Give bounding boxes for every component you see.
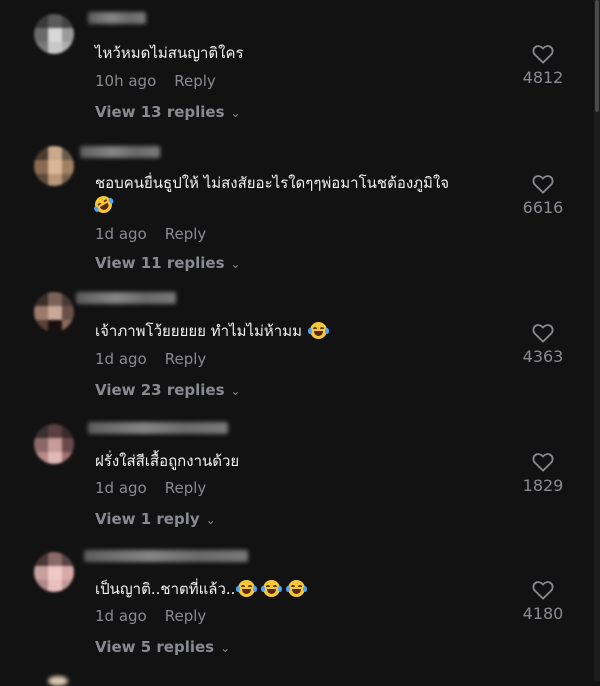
like-button[interactable]: 1829 — [518, 452, 568, 495]
heart-outline-icon[interactable] — [532, 452, 554, 472]
face-with-tears-of-joy-icon — [261, 580, 283, 597]
heart-outline-icon[interactable] — [532, 44, 554, 64]
avatar[interactable] — [34, 292, 74, 332]
like-button[interactable]: 6616 — [518, 174, 568, 217]
scrollbar-thumb[interactable] — [595, 0, 599, 112]
reply-button[interactable]: Reply — [165, 479, 207, 497]
view-replies-button[interactable]: View 5 replies ⌄ — [95, 638, 230, 656]
username-redacted[interactable] — [88, 422, 228, 434]
chevron-down-icon: ⌄ — [230, 106, 241, 120]
reply-button[interactable]: Reply — [165, 607, 207, 625]
comment-time: 1d ago — [95, 350, 147, 368]
face-with-tears-of-joy-icon — [286, 580, 307, 597]
username-redacted[interactable] — [76, 292, 176, 304]
view-replies-button[interactable]: View 23 replies ⌄ — [95, 381, 241, 399]
like-button[interactable]: 4363 — [518, 323, 568, 366]
comment-meta: 1d ago Reply — [95, 607, 206, 625]
comment-time: 1d ago — [95, 479, 147, 497]
comment-text: เป็นญาติ..ชาตที่แล้ว.. — [95, 578, 307, 600]
like-count: 4180 — [522, 604, 564, 623]
face-with-tears-of-joy-icon — [307, 322, 329, 339]
comment-meta: 1d ago Reply — [95, 350, 206, 368]
view-replies-button[interactable]: View 1 reply ⌄ — [95, 510, 216, 528]
avatar[interactable] — [34, 424, 74, 464]
like-button[interactable]: 4812 — [518, 44, 568, 87]
like-count: 1829 — [522, 476, 564, 495]
reply-button[interactable]: Reply — [165, 350, 207, 368]
view-replies-button[interactable]: View 11 replies ⌄ — [95, 254, 241, 272]
username-redacted[interactable] — [80, 146, 160, 158]
avatar[interactable] — [34, 552, 74, 592]
chevron-down-icon: ⌄ — [205, 513, 216, 527]
comment-meta: 10h ago Reply — [95, 72, 216, 90]
chevron-down-icon: ⌄ — [230, 384, 241, 398]
comment-meta: 1d ago Reply — [95, 225, 206, 243]
like-button[interactable]: 4180 — [518, 580, 568, 623]
like-count: 4363 — [522, 347, 564, 366]
comment-text: ไหว้หมดไม่สนญาติใคร — [95, 44, 244, 62]
rolling-on-floor-laughing-icon — [91, 192, 116, 217]
username-redacted[interactable] — [84, 550, 248, 562]
comment-text: ชอบคนยื่นธูปให้ ไม่สงสัยอะไรใดๆๆพ่อมาโนช… — [91, 172, 515, 217]
comment-text: ฝรั่งใส่สีเสื้อถูกงานด้วย — [95, 452, 240, 470]
heart-outline-icon[interactable] — [532, 174, 554, 194]
reply-button[interactable]: Reply — [174, 72, 216, 90]
comment-text: เจ้าภาพโว้ยยยยย ทำไมไม่ห้ามม — [95, 320, 329, 342]
view-replies-button[interactable]: View 13 replies ⌄ — [95, 103, 241, 121]
scrollbar[interactable] — [594, 0, 600, 681]
next-avatar-peek — [48, 676, 68, 686]
avatar[interactable] — [34, 14, 74, 54]
username-redacted[interactable] — [88, 12, 146, 24]
comment-meta: 1d ago Reply — [95, 479, 206, 497]
like-count: 4812 — [522, 68, 564, 87]
comment-time: 1d ago — [95, 607, 147, 625]
avatar[interactable] — [34, 146, 74, 186]
heart-outline-icon[interactable] — [532, 323, 554, 343]
heart-outline-icon[interactable] — [532, 580, 554, 600]
face-with-tears-of-joy-icon — [236, 580, 258, 597]
chevron-down-icon: ⌄ — [230, 257, 241, 271]
reply-button[interactable]: Reply — [165, 225, 207, 243]
chevron-down-icon: ⌄ — [220, 641, 231, 655]
like-count: 6616 — [522, 198, 564, 217]
comment-time: 10h ago — [95, 72, 157, 90]
comment-time: 1d ago — [95, 225, 147, 243]
